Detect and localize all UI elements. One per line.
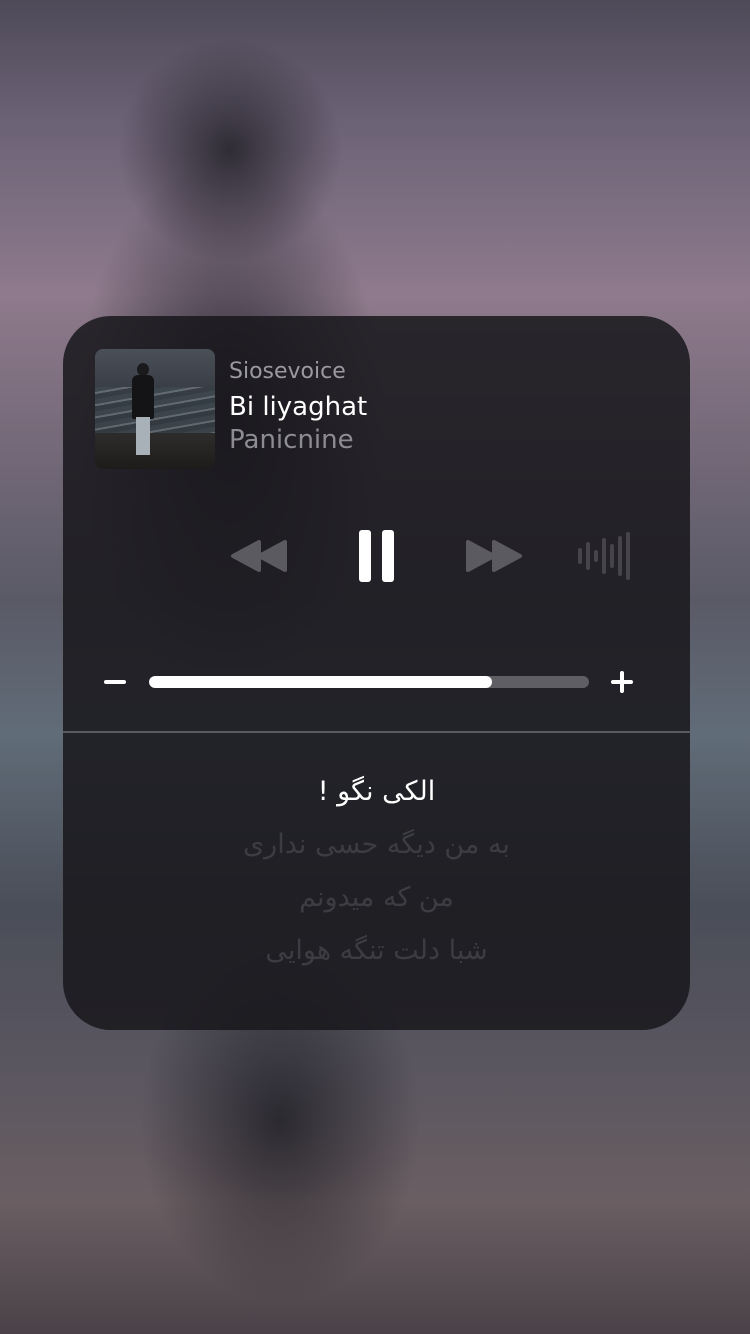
lyrics-panel: الکی نگو ! به من دیگه حسی نداری من که می…	[63, 766, 690, 978]
track-title: Bi liyaghat	[229, 392, 368, 422]
now-playing-card: Siosevoice Bi liyaghat Panicnine الکی نگ…	[63, 316, 690, 1030]
volume-down-icon[interactable]	[104, 680, 126, 684]
fast-forward-icon	[466, 540, 522, 572]
lyric-line: به من دیگه حسی نداری	[243, 829, 510, 860]
fast-forward-button[interactable]	[462, 526, 526, 586]
album-artwork[interactable]	[95, 349, 215, 469]
playback-controls	[63, 526, 690, 586]
volume-track[interactable]	[149, 676, 589, 688]
volume-slider[interactable]	[99, 666, 635, 698]
divider	[63, 731, 690, 733]
pause-icon	[359, 530, 394, 582]
pause-button[interactable]	[345, 526, 409, 586]
track-info: Siosevoice Bi liyaghat Panicnine	[229, 356, 529, 456]
volume-fill	[149, 676, 493, 688]
audio-output-button[interactable]	[573, 526, 637, 586]
lyric-current: الکی نگو !	[317, 776, 436, 807]
lyric-line: من که میدونم	[299, 882, 454, 913]
lyric-line: شبا دلت تنگه هوایی	[265, 935, 488, 966]
rewind-icon	[231, 540, 287, 572]
rewind-button[interactable]	[227, 526, 291, 586]
audio-waveform-icon	[578, 532, 630, 580]
app-name: Siosevoice	[229, 359, 346, 384]
artist-name: Panicnine	[229, 425, 354, 455]
